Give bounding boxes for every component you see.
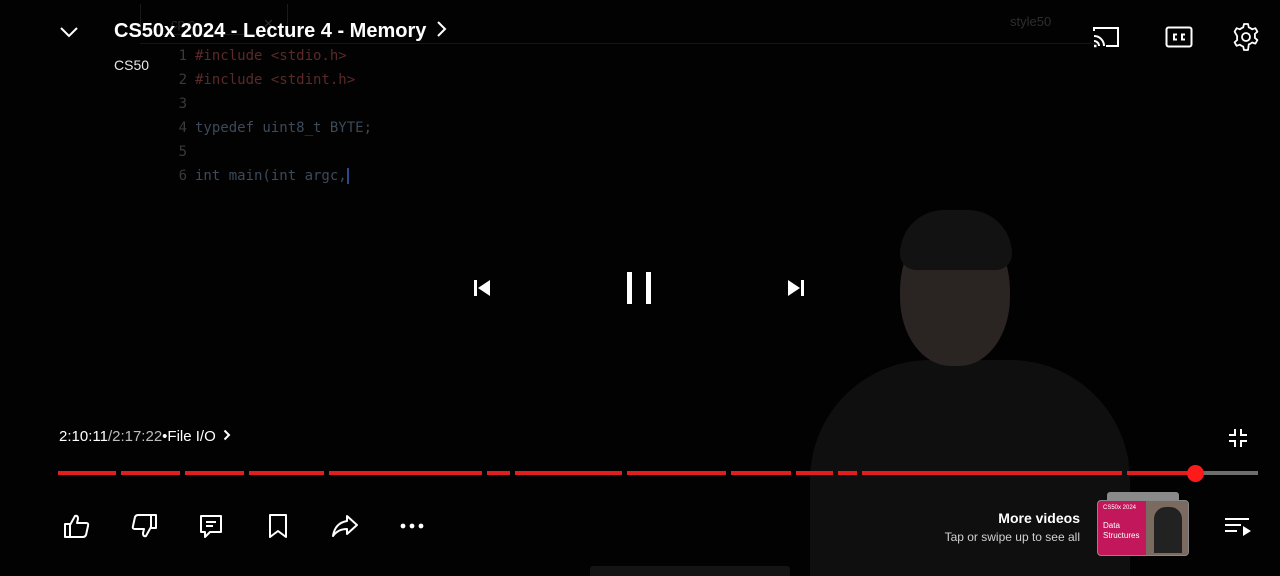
- more-videos-subtitle: Tap or swipe up to see all: [944, 530, 1080, 544]
- progress-chapter-segment: [121, 471, 180, 475]
- captions-icon[interactable]: [1162, 22, 1196, 52]
- more-videos-prompt[interactable]: More videos Tap or swipe up to see all: [936, 510, 1080, 544]
- code-line: 4 typedef uint8_t BYTE;: [178, 120, 373, 136]
- queue-icon[interactable]: [1220, 512, 1256, 540]
- more-videos-thumbnail[interactable]: CS50x 2024 Data Structures: [1097, 490, 1189, 556]
- progress-scrubber[interactable]: [1187, 464, 1205, 482]
- thumbnail-series: CS50x 2024: [1103, 505, 1137, 511]
- video-title-link[interactable]: CS50x 2024 - Lecture 4 - Memory: [114, 20, 448, 43]
- duration: 2:17:22: [112, 428, 163, 445]
- share-icon[interactable]: [325, 508, 365, 544]
- more-videos-title: More videos: [998, 510, 1080, 526]
- player-top-bar: CS50x 2024 - Lecture 4 - Memory CS50: [0, 0, 1280, 90]
- comments-icon[interactable]: [191, 508, 231, 544]
- progress-chapter-segment: [1127, 471, 1196, 475]
- thumbnail-title: Data Structures: [1103, 521, 1140, 540]
- progress-chapter-segment: [487, 471, 510, 475]
- more-horizontal-icon[interactable]: [392, 508, 432, 544]
- exit-fullscreen-icon[interactable]: [1224, 424, 1252, 452]
- progress-chapter-segment: [862, 471, 1122, 475]
- cast-icon[interactable]: [1088, 22, 1124, 52]
- chevron-down-icon[interactable]: [52, 18, 86, 46]
- progress-chapter-segment: [515, 471, 622, 475]
- chevron-right-icon: [223, 428, 231, 445]
- current-time: 2:10:11: [59, 428, 108, 445]
- progress-chapter-segment: [58, 471, 116, 475]
- settings-icon[interactable]: [1228, 20, 1264, 54]
- progress-chapter-segment: [249, 471, 324, 475]
- progress-chapter-segment: [329, 471, 482, 475]
- chevron-right-icon: [436, 20, 448, 43]
- progress-chapter-segment: [731, 471, 791, 475]
- time-display: 2:10:11 / 2:17:22 • File I/O: [59, 428, 231, 445]
- laptop: [590, 566, 790, 576]
- skip-next-icon[interactable]: [776, 272, 816, 304]
- chapter-link[interactable]: File I/O: [167, 428, 215, 445]
- video-title: CS50x 2024 - Lecture 4 - Memory: [114, 20, 427, 42]
- channel-name[interactable]: CS50: [114, 57, 149, 73]
- progress-chapter-segment: [185, 471, 244, 475]
- progress-chapter-segment: [838, 471, 857, 475]
- thumbs-down-icon[interactable]: [124, 508, 164, 544]
- code-line: 5: [178, 144, 187, 160]
- code-line: 3: [178, 96, 187, 112]
- pause-icon[interactable]: [612, 264, 666, 312]
- thumbs-up-icon[interactable]: [57, 508, 97, 544]
- progress-remaining: [1195, 471, 1258, 475]
- progress-chapter-segment: [627, 471, 726, 475]
- bookmark-icon[interactable]: [258, 508, 298, 544]
- progress-chapter-segment: [796, 471, 833, 475]
- skip-previous-icon[interactable]: [462, 272, 502, 304]
- progress-bar[interactable]: [58, 464, 1258, 482]
- center-controls: [0, 262, 1280, 314]
- code-line: 6 int main(int argc,: [178, 168, 349, 184]
